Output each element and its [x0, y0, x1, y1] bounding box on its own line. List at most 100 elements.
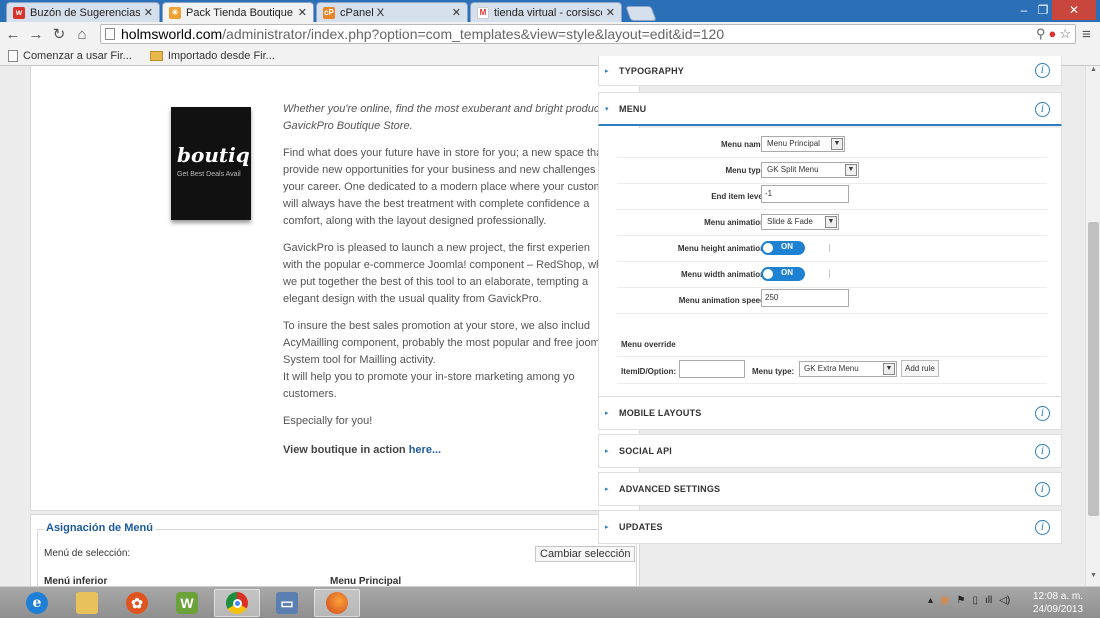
star-icon[interactable]: ☆ [1059, 26, 1071, 42]
page-scrollbar[interactable]: ▲ ▼ [1085, 66, 1100, 586]
taskbar-remote[interactable]: ▭ [264, 589, 310, 617]
scroll-down-icon[interactable]: ▼ [1086, 572, 1100, 586]
info-icon[interactable]: i [1035, 406, 1050, 421]
info-icon[interactable]: i [1035, 102, 1050, 117]
chevron-down-icon: ▼ [831, 138, 843, 150]
scrollbar-thumb[interactable] [1088, 222, 1099, 516]
taskbar-ie[interactable]: e [14, 589, 60, 617]
menu-principal-heading: Menu Principal [330, 576, 402, 586]
gmail-icon: M [477, 6, 489, 19]
zoom-icon[interactable]: ⚲ [1036, 26, 1046, 42]
section-title: SOCIAL API [619, 446, 673, 456]
itemid-input[interactable] [679, 360, 745, 378]
close-icon[interactable]: ✕ [298, 6, 307, 19]
info-icon[interactable]: i [1035, 520, 1050, 535]
field-menu-width-animation: Menu width animation ON [617, 262, 1047, 288]
caret-right-icon: ▸ [605, 448, 609, 455]
section-advanced-settings[interactable]: ▸ ADVANCED SETTINGS i [598, 472, 1062, 506]
chevron-down-icon: ▼ [883, 363, 895, 375]
paragraph-5: Especially for you! [283, 413, 613, 430]
taskbar-chrome[interactable] [214, 589, 260, 617]
file-explorer-icon [76, 592, 98, 614]
bookmark-comenzar[interactable]: Comenzar a usar Fir... [8, 49, 132, 62]
menu-name-select[interactable]: Menu Principal ▼ [761, 136, 845, 152]
change-selection-button[interactable]: Cambiar selección [535, 546, 636, 562]
field-label: Menu animation speed [678, 296, 765, 305]
select-value: GK Extra Menu [804, 364, 859, 373]
section-menu[interactable]: ▾ MENU i [598, 92, 1062, 126]
article-text: Whether you're online, find the most exu… [283, 101, 613, 469]
forward-arrow-icon[interactable]: → [26, 26, 46, 43]
tray-up-arrow-icon[interactable]: ▴ [928, 595, 933, 606]
taskbar-firefox[interactable] [314, 589, 360, 617]
field-menu-height-animation: Menu height animation ON [617, 236, 1047, 262]
tab-pack-tienda-boutique[interactable]: ✳ Pack Tienda Boutique - Ac ✕ [162, 2, 314, 22]
menu-animation-speed-input[interactable]: 250 [761, 289, 849, 307]
taskbar-app-orange[interactable]: ✿ [114, 589, 160, 617]
section-updates[interactable]: ▸ UPDATES i [598, 510, 1062, 544]
menu-type-select[interactable]: GK Split Menu ▼ [761, 162, 859, 178]
end-item-level-input[interactable]: -1 [761, 185, 849, 203]
tab-buzon-sugerencias[interactable]: w Buzón de Sugerencias - Fc ✕ [6, 2, 160, 22]
close-icon[interactable]: ✕ [606, 6, 615, 19]
toggle-tick [829, 244, 830, 252]
flower-app-icon: ✿ [126, 592, 148, 614]
tab-cpanel[interactable]: cP cPanel X ✕ [316, 2, 468, 22]
clock-time: 12:08 a. m. [1032, 591, 1084, 602]
back-arrow-icon[interactable]: ← [3, 26, 23, 43]
section-typography[interactable]: ▸ TYPOGRAPHY i [598, 56, 1062, 86]
section-title: MOBILE LAYOUTS [619, 408, 702, 418]
info-icon[interactable]: i [1035, 444, 1050, 459]
taskbar-word[interactable]: W [164, 589, 210, 617]
tab-tienda-virtual[interactable]: M tienda virtual - corsiscom ✕ [470, 2, 622, 22]
restore-icon[interactable]: ❐ [1032, 0, 1054, 20]
section-title: UPDATES [619, 522, 663, 532]
caret-right-icon: ▸ [605, 524, 609, 531]
close-icon[interactable]: ✕ [144, 6, 153, 19]
menu-height-animation-toggle[interactable]: ON [761, 241, 805, 255]
tab-title: Pack Tienda Boutique - Ac [186, 6, 294, 19]
taskbar-clock[interactable]: 12:08 a. m. 24/09/2013 [1030, 590, 1086, 616]
reload-icon[interactable]: ↻ [49, 25, 69, 43]
field-label: Menu width animation [681, 270, 765, 279]
bookmark-importado[interactable]: Importado desde Fir... [149, 50, 275, 62]
tray-app-icon[interactable]: ▣ [940, 595, 949, 606]
tray-flag-icon[interactable]: ⚑ [956, 595, 965, 606]
field-menu-type: Menu type GK Split Menu ▼ [617, 158, 1047, 184]
add-rule-button[interactable]: Add rule [901, 360, 939, 377]
omnibox-actions: ⚲ ● ☆ [1036, 26, 1071, 42]
override-menu-type-select[interactable]: GK Extra Menu ▼ [799, 361, 897, 377]
taskbar-explorer[interactable] [64, 589, 110, 617]
w-icon: w [13, 6, 25, 19]
menu-section-body: Menu name Menu Principal ▼ Menu type GK S… [598, 128, 1062, 396]
paragraph-1: Whether you're online, find the most exu… [283, 101, 613, 135]
menu-animation-select[interactable]: Slide & Fade ▼ [761, 214, 839, 230]
battery-icon[interactable]: ▯ [972, 595, 978, 606]
extension-icon[interactable]: ● [1048, 26, 1056, 42]
view-boutique-link[interactable]: here... [409, 444, 441, 456]
paragraph-4: To insure the best sales promotion at yo… [283, 318, 613, 403]
field-label: Menu name [720, 140, 765, 149]
home-icon[interactable]: ⌂ [72, 26, 92, 43]
boutique-image: boutiqu Get Best Deals Avail [171, 107, 251, 220]
info-icon[interactable]: i [1035, 63, 1050, 78]
new-tab-button[interactable] [625, 6, 657, 21]
hamburger-menu-icon[interactable]: ≡ [1082, 26, 1091, 43]
text-line: will always have the best treatment with… [283, 198, 590, 210]
tab-title: Buzón de Sugerencias - Fc [30, 6, 140, 19]
scroll-up-icon[interactable]: ▲ [1086, 66, 1100, 80]
close-icon[interactable]: ✕ [452, 6, 461, 19]
field-menu-animation: Menu animation Slide & Fade ▼ [617, 210, 1047, 236]
volume-icon[interactable]: ◁) [999, 595, 1010, 606]
window-close-icon[interactable]: ✕ [1052, 0, 1096, 20]
bookmark-label: Comenzar a usar Fir... [23, 49, 132, 62]
section-social-api[interactable]: ▸ SOCIAL API i [598, 434, 1062, 468]
menu-width-animation-toggle[interactable]: ON [761, 267, 805, 281]
info-icon[interactable]: i [1035, 482, 1050, 497]
url-host: holmsworld.com [121, 26, 223, 42]
section-mobile-layouts[interactable]: ▸ MOBILE LAYOUTS i [598, 396, 1062, 430]
signal-icon[interactable]: ıll [985, 595, 992, 606]
field-label: End item level [711, 192, 765, 201]
toggle-knob [763, 243, 773, 253]
address-bar[interactable]: holmsworld.com/administrator/index.php?o… [100, 24, 1076, 44]
